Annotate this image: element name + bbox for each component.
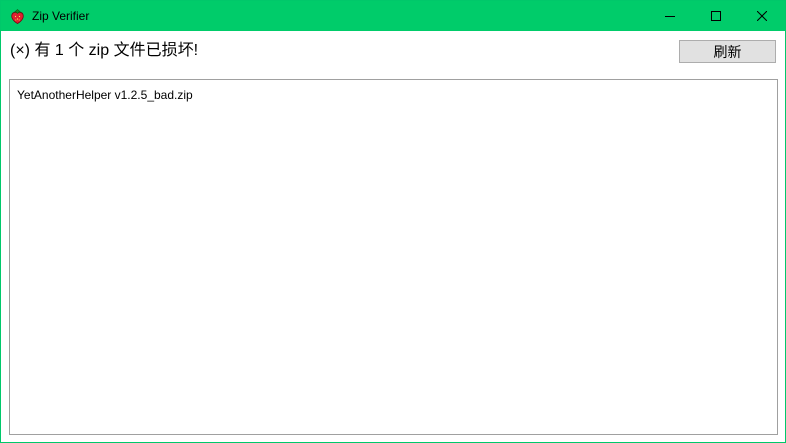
refresh-button[interactable]: 刷新: [679, 40, 776, 63]
title-bar[interactable]: Zip Verifier: [1, 1, 785, 31]
minimize-button[interactable]: [647, 1, 693, 31]
window-title: Zip Verifier: [32, 9, 90, 23]
app-window: Zip Verifier (×) 有 1 个 zip 文件已损坏! 刷新 Yet…: [0, 0, 786, 443]
maximize-button[interactable]: [693, 1, 739, 31]
maximize-icon: [711, 11, 721, 21]
close-button[interactable]: [739, 1, 785, 31]
list-item[interactable]: YetAnotherHelper v1.2.5_bad.zip: [17, 87, 193, 103]
minimize-icon: [665, 11, 675, 21]
strawberry-icon: [10, 8, 25, 24]
file-list[interactable]: YetAnotherHelper v1.2.5_bad.zip: [9, 79, 778, 435]
status-message: (×) 有 1 个 zip 文件已损坏!: [10, 42, 199, 59]
close-icon: [757, 11, 767, 21]
